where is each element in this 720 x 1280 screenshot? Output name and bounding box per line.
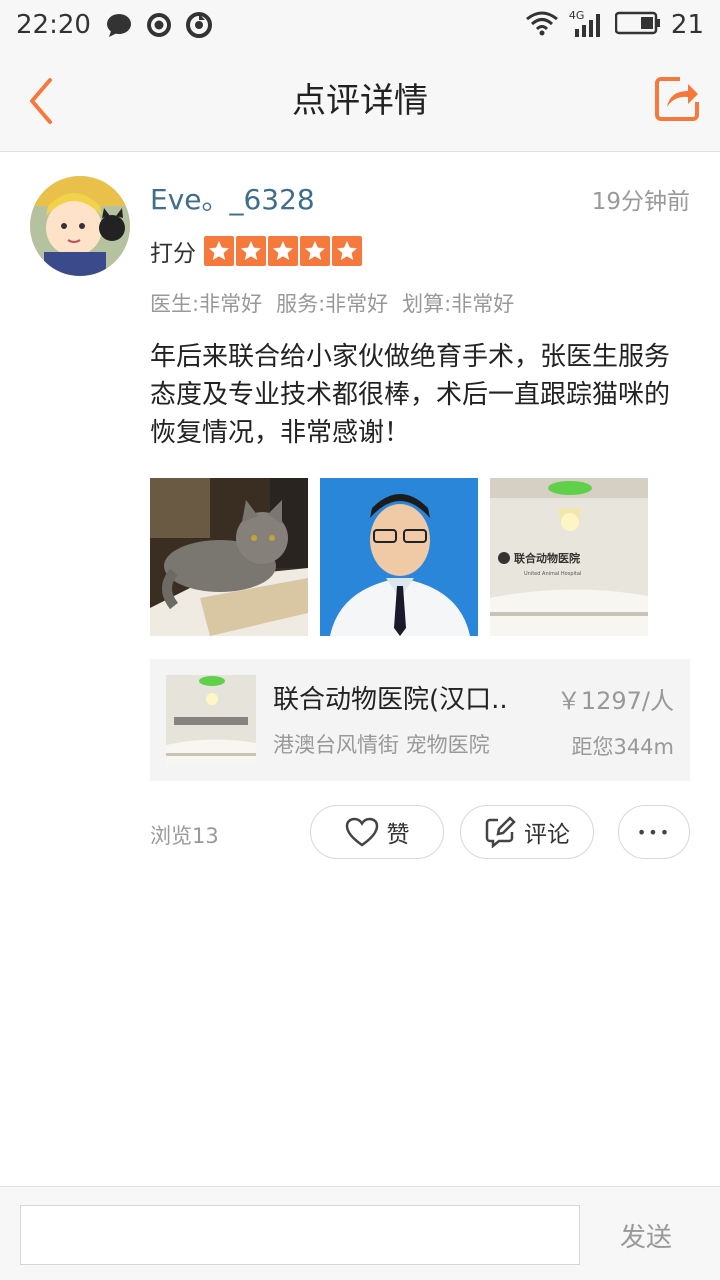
wifi-icon (525, 10, 559, 40)
rating-row: 打分 (150, 234, 364, 268)
battery-icon (614, 10, 661, 40)
comment-button[interactable]: 评论 (460, 805, 594, 859)
sub-score-value: 划算:非常好 (402, 292, 515, 316)
doctor-photo[interactable] (320, 478, 478, 636)
review-time: 19分钟前 (591, 189, 690, 215)
heart-icon (345, 817, 378, 847)
hospital-lobby-photo[interactable]: 联合动物医院 United Animal Hospital (490, 478, 648, 636)
share-icon (655, 77, 699, 121)
navigation-bar: 点评详情 (0, 50, 720, 152)
comment-input[interactable] (20, 1205, 580, 1265)
like-label: 赞 (386, 822, 410, 848)
sub-score-service: 服务:非常好 (276, 292, 389, 316)
review-photos: 联合动物医院 United Animal Hospital (150, 478, 648, 636)
target-icon (145, 11, 173, 39)
review-text: 年后来联合给小家伙做绝育手术，张医生服务态度及专业技术都很棒，术后一直跟踪猫咪的… (150, 342, 671, 448)
star-icon (236, 236, 266, 266)
username[interactable]: Eve。_6328 (150, 178, 315, 218)
shop-name: 联合动物医院(汉口.. (273, 685, 508, 715)
shop-thumbnail (166, 675, 256, 765)
like-button[interactable]: 赞 (310, 805, 444, 859)
shop-card[interactable]: 联合动物医院(汉口.. ￥1297/人 港澳台风情街 宠物医院 距您344m (150, 659, 690, 781)
page-title: 点评详情 (292, 81, 428, 121)
view-count: 浏览13 (150, 824, 219, 848)
avatar[interactable] (30, 176, 130, 276)
share-button[interactable] (652, 74, 702, 124)
chat-bubble-icon (105, 11, 133, 39)
shop-distance: 距您344m (571, 735, 674, 759)
shop-price: ￥1297/人 (556, 687, 674, 715)
send-button[interactable]: 发送 (620, 1217, 672, 1254)
sub-score-doctor: 医生:非常好 (150, 292, 263, 316)
status-bar: 22:20 4G 21 (0, 0, 720, 50)
battery-level: 21 (670, 10, 704, 40)
signal-icon: 4G (569, 9, 605, 39)
star-icon (332, 236, 362, 266)
status-time: 22:20 (16, 10, 91, 40)
star-icon (268, 236, 298, 266)
sync-icon (185, 11, 213, 39)
shop-tag: 港澳台风情街 宠物医院 (273, 733, 490, 757)
more-button[interactable]: ••• (618, 805, 690, 859)
more-dots-icon: ••• (636, 822, 672, 842)
star-icon (204, 236, 234, 266)
comment-bar: 发送 (0, 1186, 720, 1280)
sub-scores: 医生:非常好 服务:非常好 划算:非常好 (150, 288, 514, 318)
edit-comment-icon (485, 816, 516, 848)
star-icon (300, 236, 330, 266)
hospital-sign-en: United Animal Hospital (524, 571, 581, 577)
cat-photo[interactable] (150, 478, 308, 636)
score-label: 打分 (150, 241, 196, 267)
hospital-sign: 联合动物医院 (514, 551, 580, 565)
comment-label: 评论 (524, 822, 570, 848)
